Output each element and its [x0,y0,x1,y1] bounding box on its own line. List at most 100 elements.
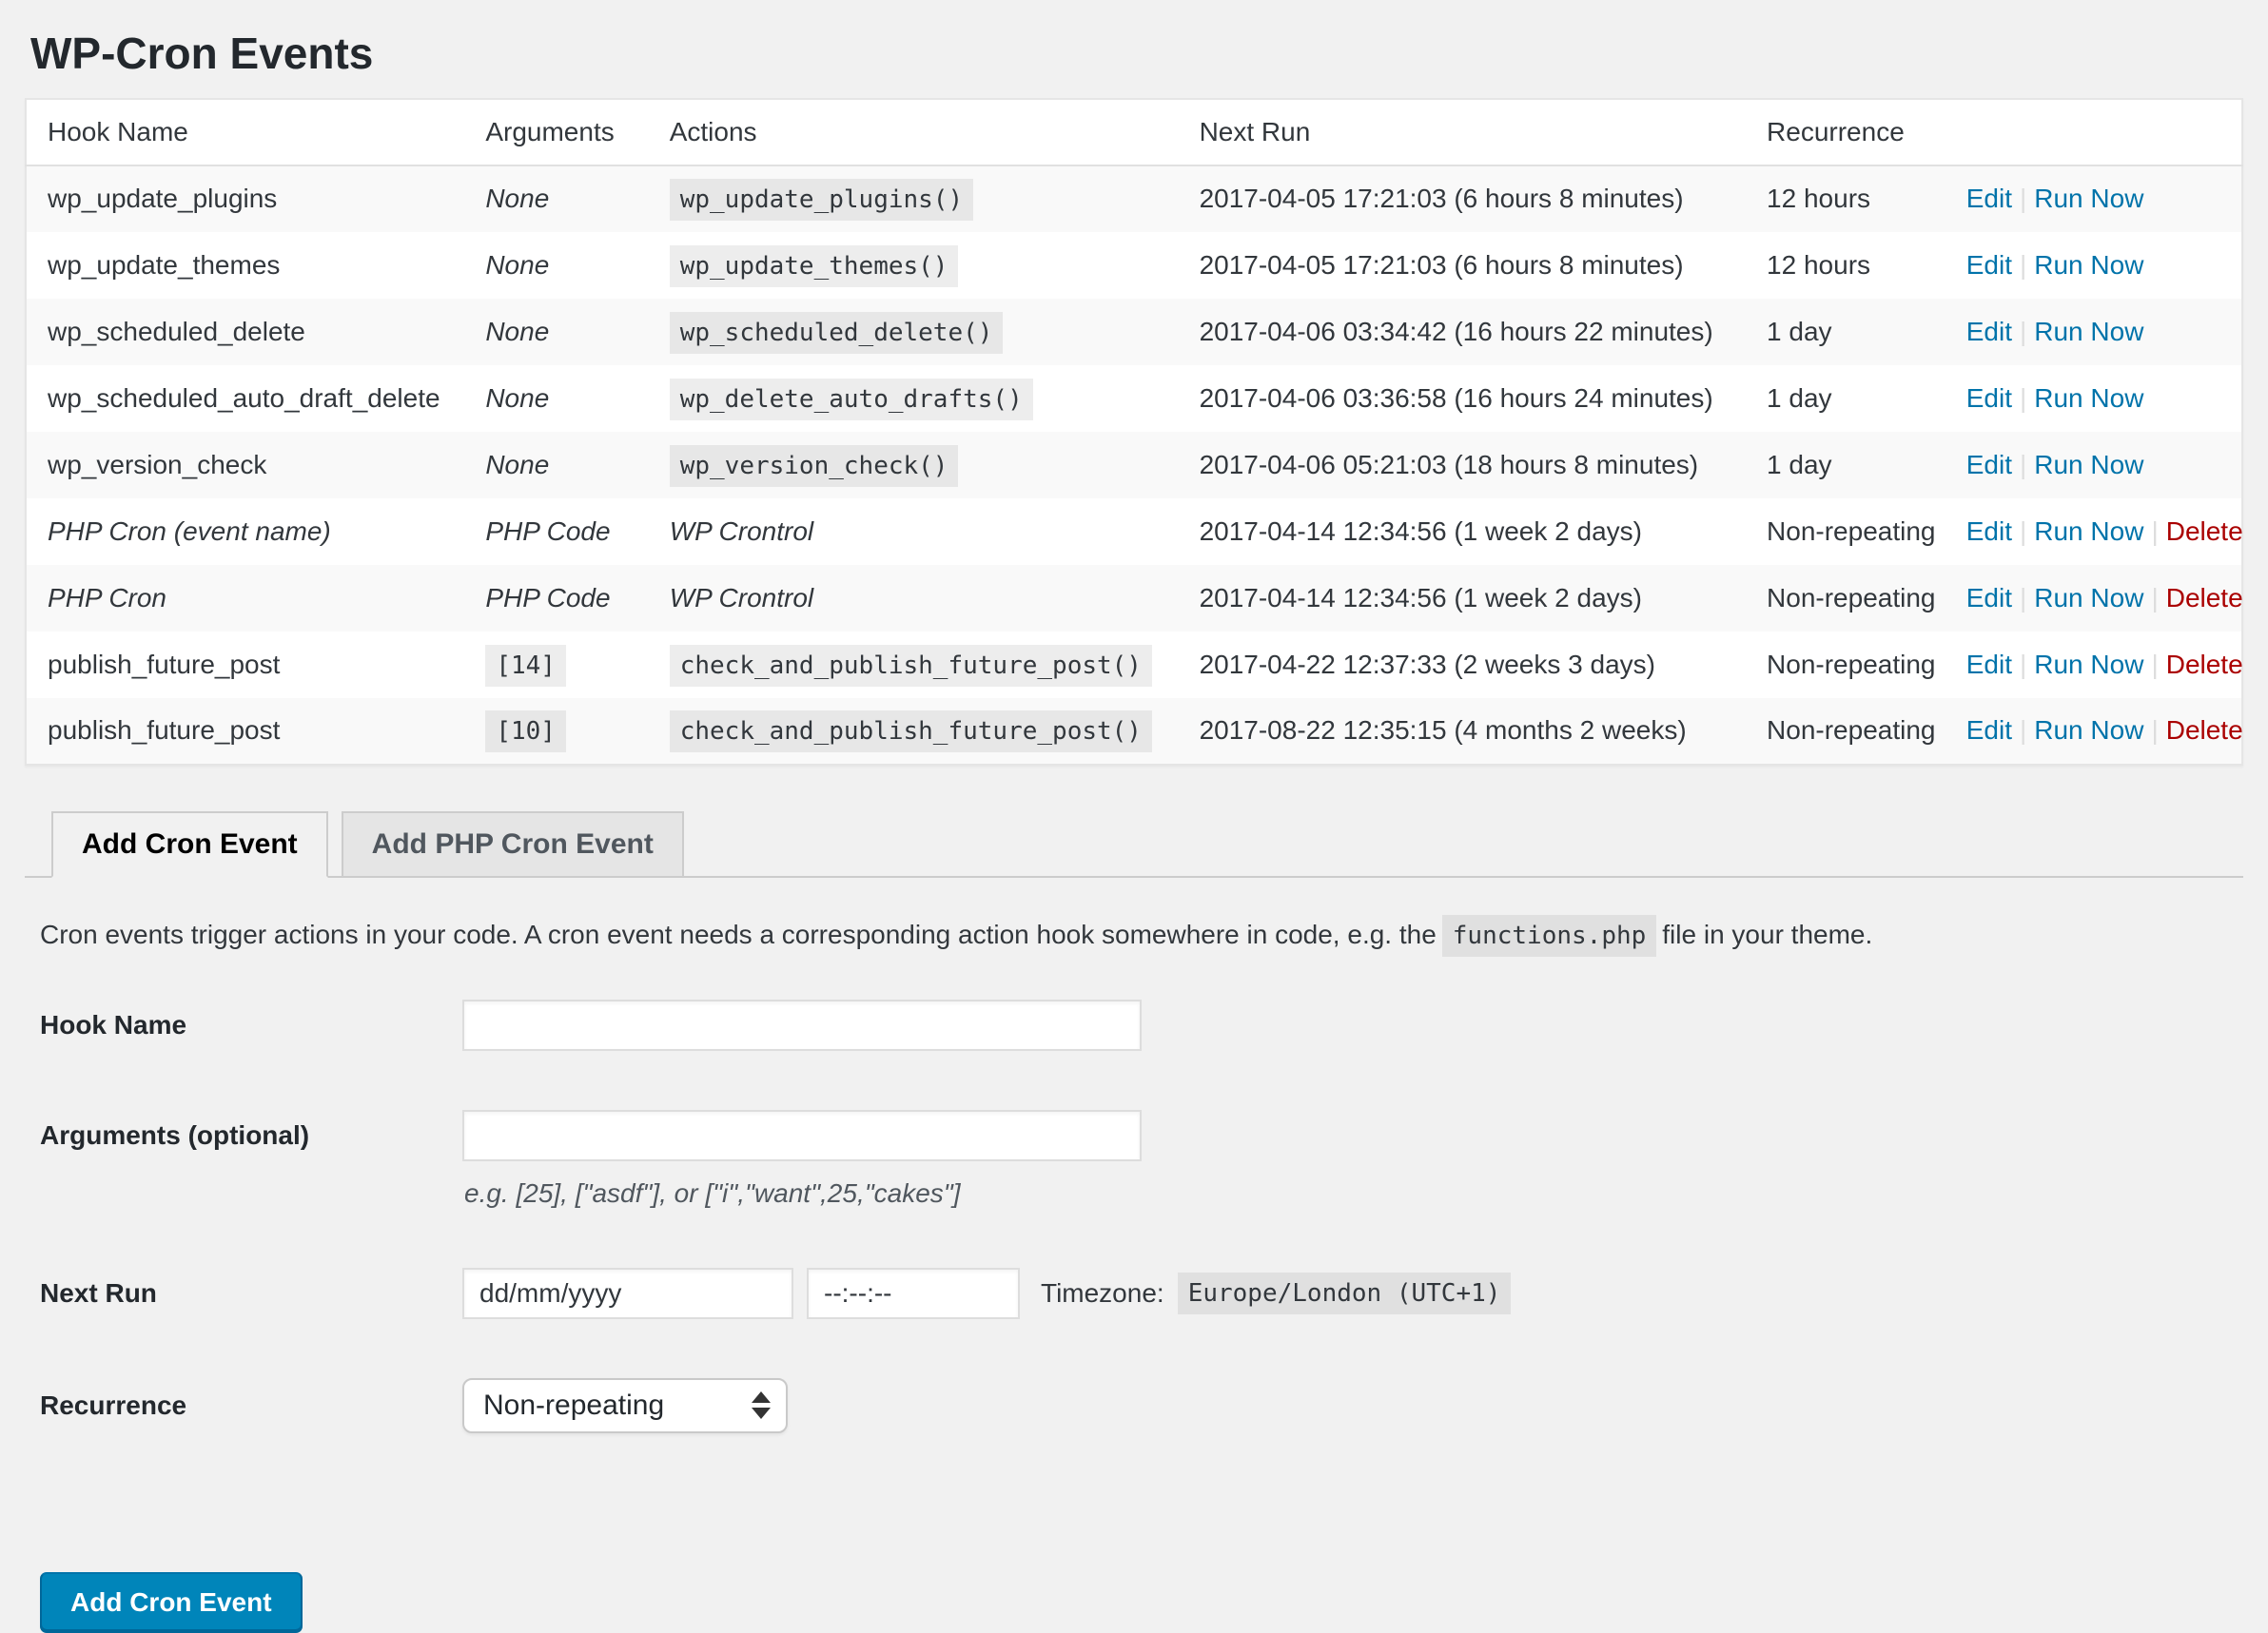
next-run-value: 2017-08-22 12:35:15 (4 months 2 weeks) [1200,715,1687,745]
run-now-link[interactable]: Run Now [2034,450,2143,479]
edit-link[interactable]: Edit [1966,583,2012,612]
timezone-value: Europe/London (UTC+1) [1178,1273,1512,1314]
arguments-field-group: e.g. [25], ["asdf"], or ["i","want",25,"… [462,1110,1142,1209]
next-run-row: Next Run Timezone: Europe/London (UTC+1) [40,1268,2243,1319]
table-row: PHP Cron PHP Code WP Crontrol 2017-04-14… [26,565,2242,632]
page: WP-Cron Events Hook Name Arguments Actio… [0,0,2268,1633]
edit-link[interactable]: Edit [1966,650,2012,679]
action-callback: check_and_publish_future_post() [670,645,1152,687]
arguments-cell: None [464,432,648,498]
link-separator: | [2143,583,2165,612]
run-now-link[interactable]: Run Now [2034,583,2143,612]
header-arguments: Arguments [464,99,648,165]
action-callback: wp_scheduled_delete() [670,312,1004,354]
hook-name-label: Hook Name [40,1010,462,1040]
edit-link[interactable]: Edit [1966,250,2012,280]
next-run-value: 2017-04-22 12:37:33 (2 weeks 3 days) [1200,650,1655,679]
delete-link[interactable]: Delete [2166,516,2243,546]
run-now-link[interactable]: Run Now [2034,184,2143,213]
hook-name-cell: wp_version_check [26,432,464,498]
arguments-value: [14] [485,645,566,687]
run-now-link[interactable]: Run Now [2034,383,2143,413]
recurrence-selected-value: Non-repeating [483,1390,664,1422]
tab-add-cron-event[interactable]: Add Cron Event [51,811,328,878]
arguments-value: None [485,250,549,280]
hook-name: publish_future_post [48,650,280,679]
recurrence-select[interactable]: Non-repeating [462,1378,788,1433]
next-run-cell: 2017-04-06 05:21:03 (18 hours 8 minutes) [1179,432,1746,498]
actions-cell: WP Crontrol [649,498,1179,565]
header-actions: Actions [649,99,1179,165]
arguments-cell: None [464,299,648,365]
run-now-link[interactable]: Run Now [2034,250,2143,280]
add-cron-event-button[interactable]: Add Cron Event [40,1572,303,1633]
arguments-cell: [14] [464,632,648,698]
next-run-value: 2017-04-05 17:21:03 (6 hours 8 minutes) [1200,250,1684,280]
delete-link[interactable]: Delete [2166,650,2243,679]
recurrence-cell: 1 day [1746,299,1945,365]
recurrence-cell: 1 day [1746,365,1945,432]
table-header-row: Hook Name Arguments Actions Next Run Rec… [26,99,2242,165]
next-run-value: 2017-04-06 03:36:58 (16 hours 24 minutes… [1200,383,1713,413]
next-run-time-input[interactable] [807,1268,1020,1319]
page-title: WP-Cron Events [25,0,2243,79]
timezone-label: Timezone: [1041,1278,1164,1309]
arguments-cell: PHP Code [464,565,648,632]
arguments-label: Arguments (optional) [40,1110,462,1161]
action-callback: wp_update_themes() [670,245,959,287]
hook-name-cell: wp_update_plugins [26,165,464,232]
delete-link[interactable]: Delete [2166,583,2243,612]
recurrence-value: Non-repeating [1767,650,1935,679]
edit-link[interactable]: Edit [1966,715,2012,745]
link-separator: | [2012,450,2034,479]
arguments-value: None [485,184,549,213]
run-now-link[interactable]: Run Now [2034,317,2143,346]
edit-link[interactable]: Edit [1966,317,2012,346]
link-separator: | [2012,184,2034,213]
table-row: wp_scheduled_delete None wp_scheduled_de… [26,299,2242,365]
hook-name: wp_scheduled_delete [48,317,305,346]
run-now-link[interactable]: Run Now [2034,650,2143,679]
link-separator: | [2143,650,2165,679]
edit-link[interactable]: Edit [1966,516,2012,546]
table-row: publish_future_post [10] check_and_publi… [26,698,2242,765]
link-separator: | [2143,715,2165,745]
recurrence-value: Non-repeating [1767,516,1935,546]
run-now-link[interactable]: Run Now [2034,715,2143,745]
hook-name-cell: wp_scheduled_auto_draft_delete [26,365,464,432]
arguments-value: None [485,317,549,346]
run-now-link[interactable]: Run Now [2034,516,2143,546]
hook-name-input[interactable] [462,1000,1142,1051]
link-separator: | [2012,650,2034,679]
recurrence-cell: 1 day [1746,432,1945,498]
recurrence-value: 12 hours [1767,184,1870,213]
next-run-date-input[interactable] [462,1268,793,1319]
delete-link[interactable]: Delete [2166,715,2243,745]
cron-events-table: Hook Name Arguments Actions Next Run Rec… [25,98,2243,766]
next-run-cell: 2017-04-05 17:21:03 (6 hours 8 minutes) [1179,232,1746,299]
recurrence-value: 1 day [1767,450,1832,479]
recurrence-cell: Non-repeating [1746,565,1945,632]
header-recurrence: Recurrence [1746,99,1945,165]
header-row-actions [1945,99,2242,165]
edit-link[interactable]: Edit [1966,184,2012,213]
edit-link[interactable]: Edit [1966,383,2012,413]
recurrence-value: 1 day [1767,383,1832,413]
edit-link[interactable]: Edit [1966,450,2012,479]
actions-cell: check_and_publish_future_post() [649,698,1179,765]
next-run-value: 2017-04-05 17:21:03 (6 hours 8 minutes) [1200,184,1684,213]
tab-add-php-cron-event[interactable]: Add PHP Cron Event [342,811,684,876]
arguments-cell: PHP Code [464,498,648,565]
chevron-up-down-icon [752,1391,771,1419]
recurrence-value: Non-repeating [1767,715,1935,745]
arguments-cell: None [464,365,648,432]
actions-cell: check_and_publish_future_post() [649,632,1179,698]
link-separator: | [2143,516,2165,546]
hook-name: PHP Cron (event name) [48,516,331,546]
link-separator: | [2012,583,2034,612]
arguments-input[interactable] [462,1110,1142,1161]
header-next-run: Next Run [1179,99,1746,165]
header-hook-name: Hook Name [26,99,464,165]
row-actions-cell: Edit|Run Now|Delete [1945,565,2242,632]
row-actions-cell: Edit|Run Now|Delete [1945,498,2242,565]
